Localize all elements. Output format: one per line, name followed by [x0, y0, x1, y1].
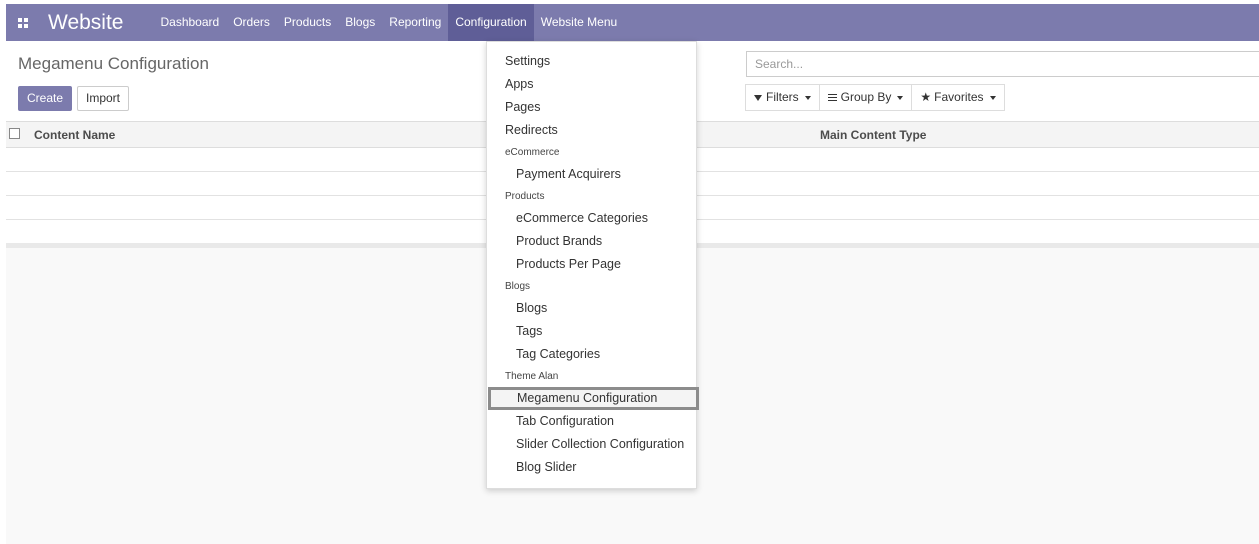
nav-reporting[interactable]: Reporting [382, 4, 448, 41]
nav-blogs[interactable]: Blogs [338, 4, 382, 41]
search-options: Filters Group By ★ Favorites [745, 84, 1005, 111]
filters-label: Filters [766, 90, 799, 104]
select-all-checkbox[interactable] [9, 128, 20, 139]
caret-down-icon [989, 95, 996, 100]
create-button[interactable]: Create [18, 86, 73, 111]
menu-item-slider-collection-configuration[interactable]: Slider Collection Configuration [487, 433, 696, 456]
top-navbar: Website Dashboard Orders Products Blogs … [6, 4, 1259, 41]
menu-item-blogs[interactable]: Blogs [487, 297, 696, 320]
star-icon: ★ [920, 90, 932, 104]
nav-configuration[interactable]: Configuration [448, 4, 534, 41]
apps-grid-icon[interactable] [18, 17, 28, 28]
menu-section-blogs: Blogs [505, 281, 531, 292]
nav-products[interactable]: Products [277, 4, 338, 41]
app-brand[interactable]: Website [48, 11, 123, 35]
menu-item-apps[interactable]: Apps [487, 73, 696, 96]
menu-item-tag-categories[interactable]: Tag Categories [487, 343, 696, 366]
menu-item-tags[interactable]: Tags [487, 320, 696, 343]
menu-section-theme-alan: Theme Alan [505, 371, 559, 382]
bars-icon [827, 92, 837, 103]
favorites-button[interactable]: ★ Favorites [911, 84, 1005, 111]
column-content-name[interactable]: Content Name [34, 128, 115, 142]
menu-section-ecommerce: eCommerce [505, 147, 560, 158]
menu-section-products: Products [505, 191, 545, 202]
menu-item-product-brands[interactable]: Product Brands [487, 230, 696, 253]
menu-item-payment-acquirers[interactable]: Payment Acquirers [487, 163, 696, 186]
column-main-content-type[interactable]: Main Content Type [820, 128, 926, 142]
group-by-button[interactable]: Group By [818, 84, 913, 111]
nav-orders[interactable]: Orders [226, 4, 277, 41]
menu-item-megamenu-configuration[interactable]: Megamenu Configuration [488, 387, 699, 410]
menu-item-redirects[interactable]: Redirects [487, 119, 696, 142]
favorites-label: Favorites [934, 90, 984, 104]
menu-item-ecommerce-categories[interactable]: eCommerce Categories [487, 207, 696, 230]
page-title: Megamenu Configuration [18, 54, 209, 73]
caret-down-icon [897, 95, 904, 100]
search-input[interactable]: Search... [746, 51, 1259, 77]
menu-item-products-per-page[interactable]: Products Per Page [487, 253, 696, 276]
nav-website-menu[interactable]: Website Menu [534, 4, 624, 41]
import-button[interactable]: Import [77, 86, 130, 111]
menu-item-blog-slider[interactable]: Blog Slider [487, 456, 696, 479]
filter-icon [754, 94, 762, 101]
menu-item-tab-configuration[interactable]: Tab Configuration [487, 410, 696, 433]
caret-down-icon [804, 95, 811, 100]
menu-item-settings[interactable]: Settings [487, 50, 696, 73]
configuration-dropdown-menu: Settings Apps Pages Redirects eCommerce Payme… [486, 41, 699, 489]
nav-dashboard[interactable]: Dashboard [153, 4, 226, 41]
group-by-label: Group By [840, 90, 892, 104]
menu-item-pages[interactable]: Pages [487, 96, 696, 119]
filters-button[interactable]: Filters [745, 84, 820, 111]
